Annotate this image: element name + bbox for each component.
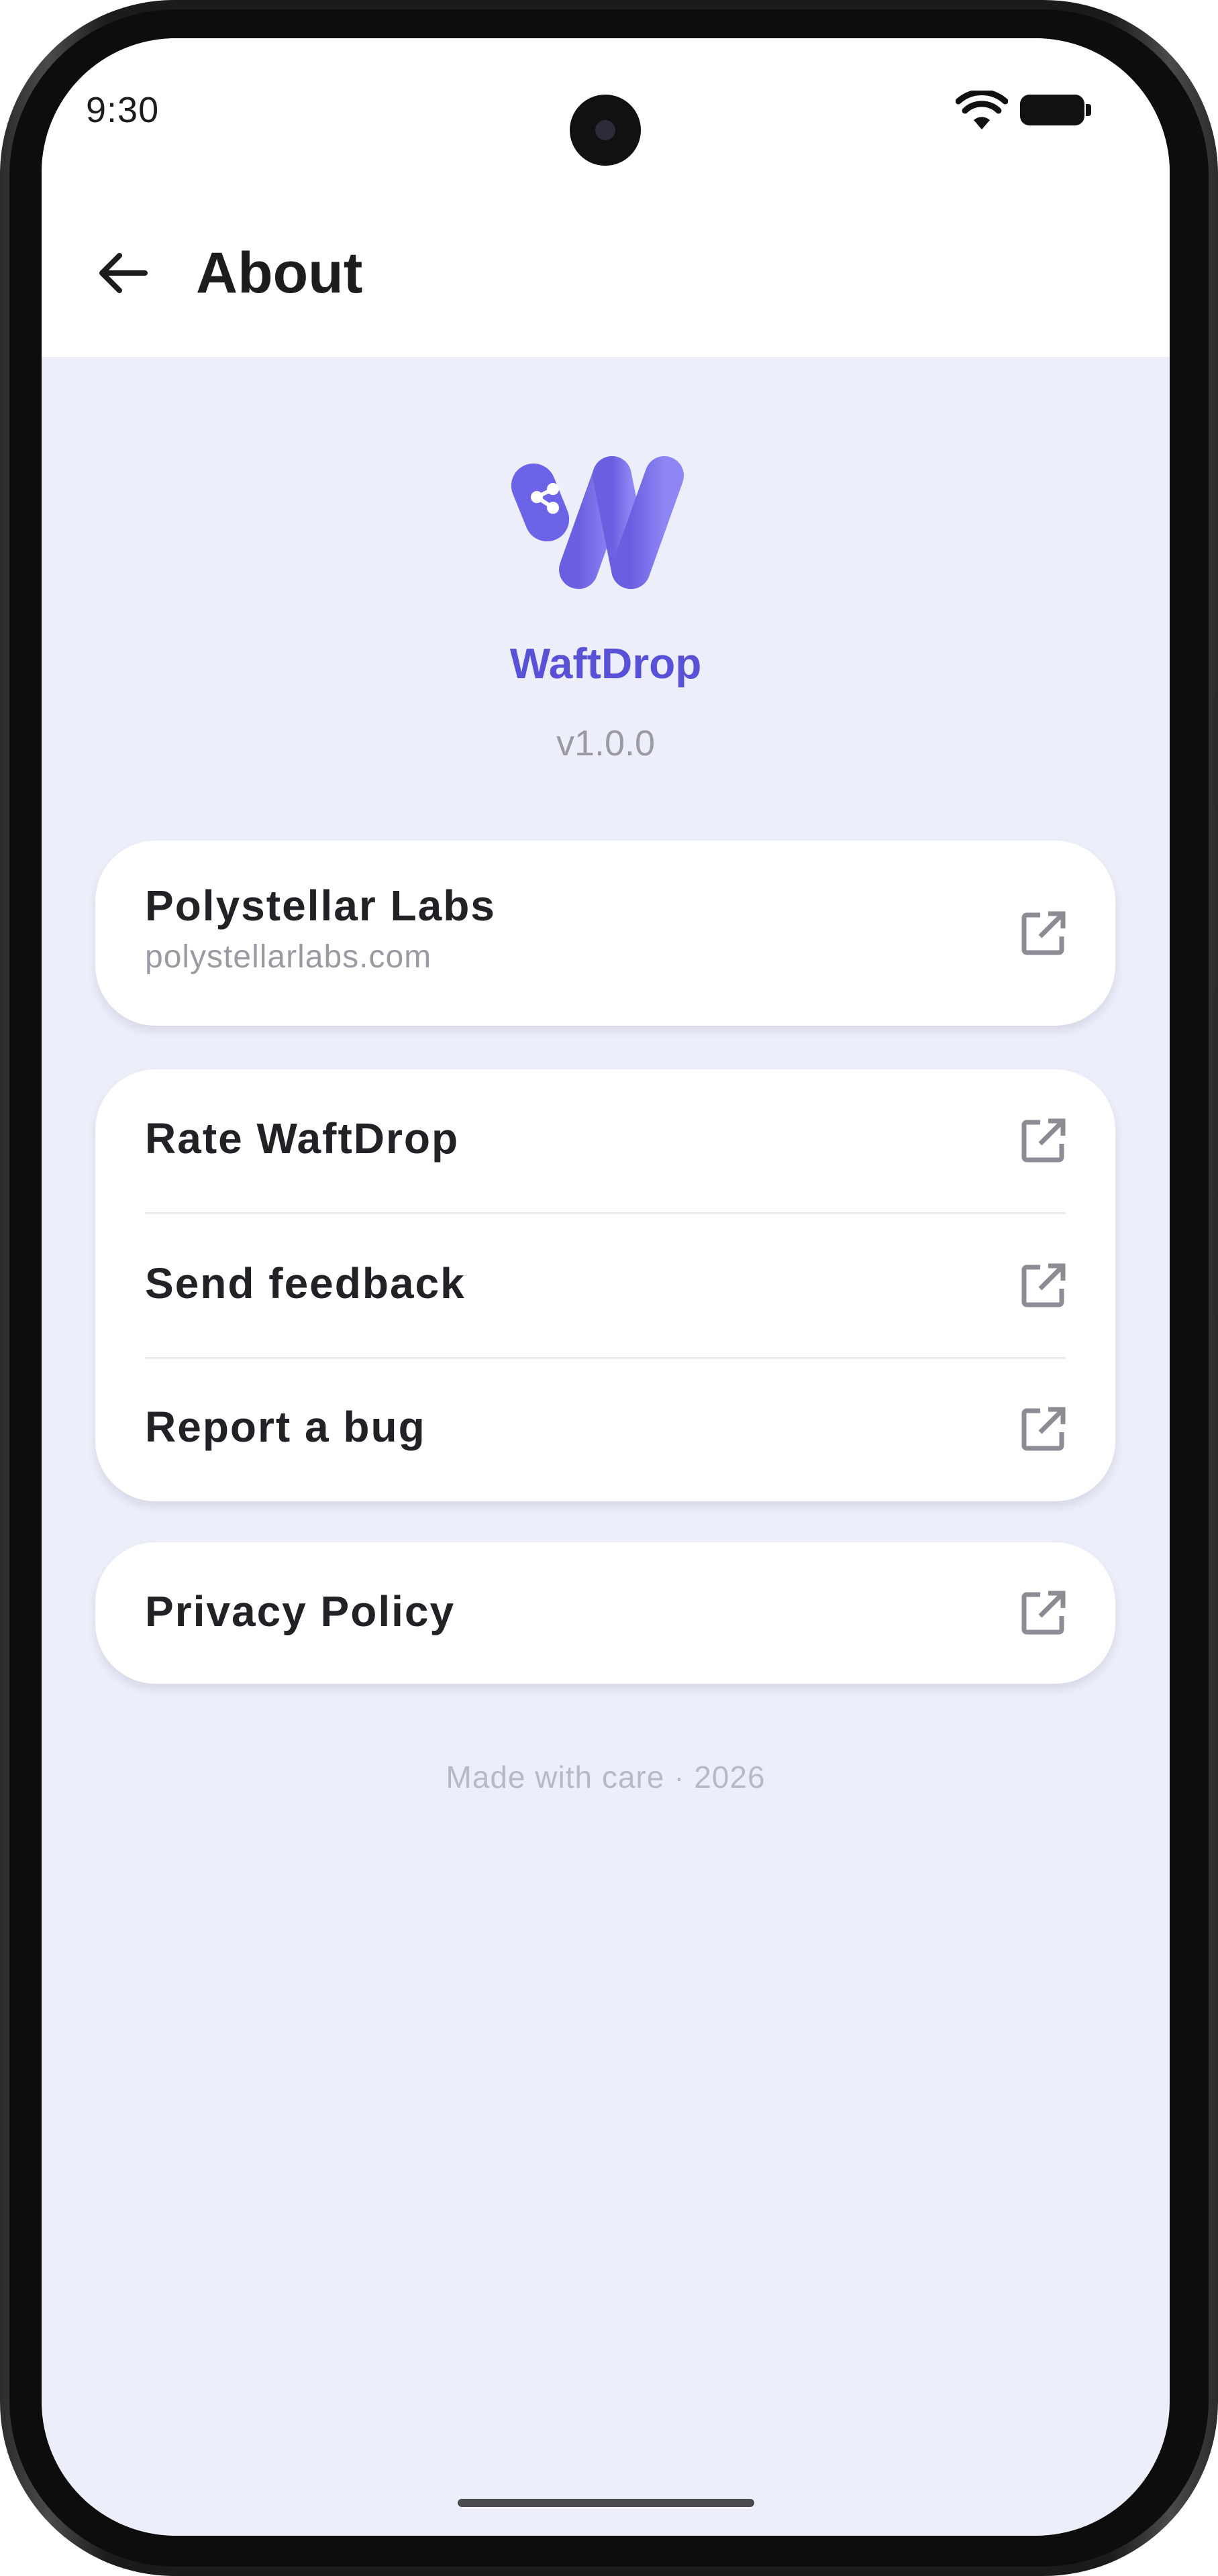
volume-button bbox=[1214, 691, 1218, 812]
external-link-icon bbox=[1021, 911, 1066, 955]
screen: 9:30 About WaftDrop v1.0.0 Polystellar L… bbox=[42, 38, 1170, 2536]
company-card[interactable]: Polystellar Labs polystellarlabs.com bbox=[95, 841, 1115, 1026]
send-feedback-row[interactable]: Send feedback bbox=[95, 1214, 1115, 1357]
send-feedback-label: Send feedback bbox=[145, 1259, 466, 1307]
privacy-policy-card[interactable]: Privacy Policy bbox=[95, 1542, 1115, 1684]
external-link-icon bbox=[1021, 1591, 1066, 1635]
app-version: v1.0.0 bbox=[556, 723, 656, 763]
home-indicator[interactable] bbox=[458, 2499, 754, 2507]
company-name: Polystellar Labs bbox=[145, 881, 496, 930]
privacy-policy-label: Privacy Policy bbox=[145, 1587, 456, 1635]
report-bug-row[interactable]: Report a bug bbox=[95, 1359, 1115, 1501]
company-url: polystellarlabs.com bbox=[145, 939, 432, 975]
waftdrop-logo-icon bbox=[511, 456, 684, 589]
power-button bbox=[1214, 986, 1218, 1322]
external-link-icon bbox=[1021, 1263, 1066, 1307]
external-link-icon bbox=[1021, 1118, 1066, 1163]
phone-frame: 9:30 About WaftDrop v1.0.0 Polystellar L… bbox=[0, 0, 1218, 2576]
page-title: About bbox=[196, 241, 363, 305]
status-time: 9:30 bbox=[86, 90, 160, 130]
app-bar: 9:30 About bbox=[42, 38, 1170, 357]
rate-app-label: Rate WaftDrop bbox=[145, 1114, 460, 1163]
front-camera bbox=[570, 95, 641, 166]
actions-card: Rate WaftDrop Send feedback Report a bug bbox=[95, 1069, 1115, 1501]
back-button[interactable] bbox=[89, 239, 156, 307]
footer-text: Made with care · 2026 bbox=[446, 1760, 766, 1794]
report-bug-label: Report a bug bbox=[145, 1403, 426, 1451]
external-link-icon bbox=[1021, 1407, 1066, 1451]
app-name: WaftDrop bbox=[509, 639, 702, 688]
battery-icon bbox=[1020, 95, 1091, 125]
arrow-left-icon bbox=[99, 253, 148, 293]
wifi-icon bbox=[956, 91, 1008, 129]
rate-app-row[interactable]: Rate WaftDrop bbox=[95, 1069, 1115, 1212]
